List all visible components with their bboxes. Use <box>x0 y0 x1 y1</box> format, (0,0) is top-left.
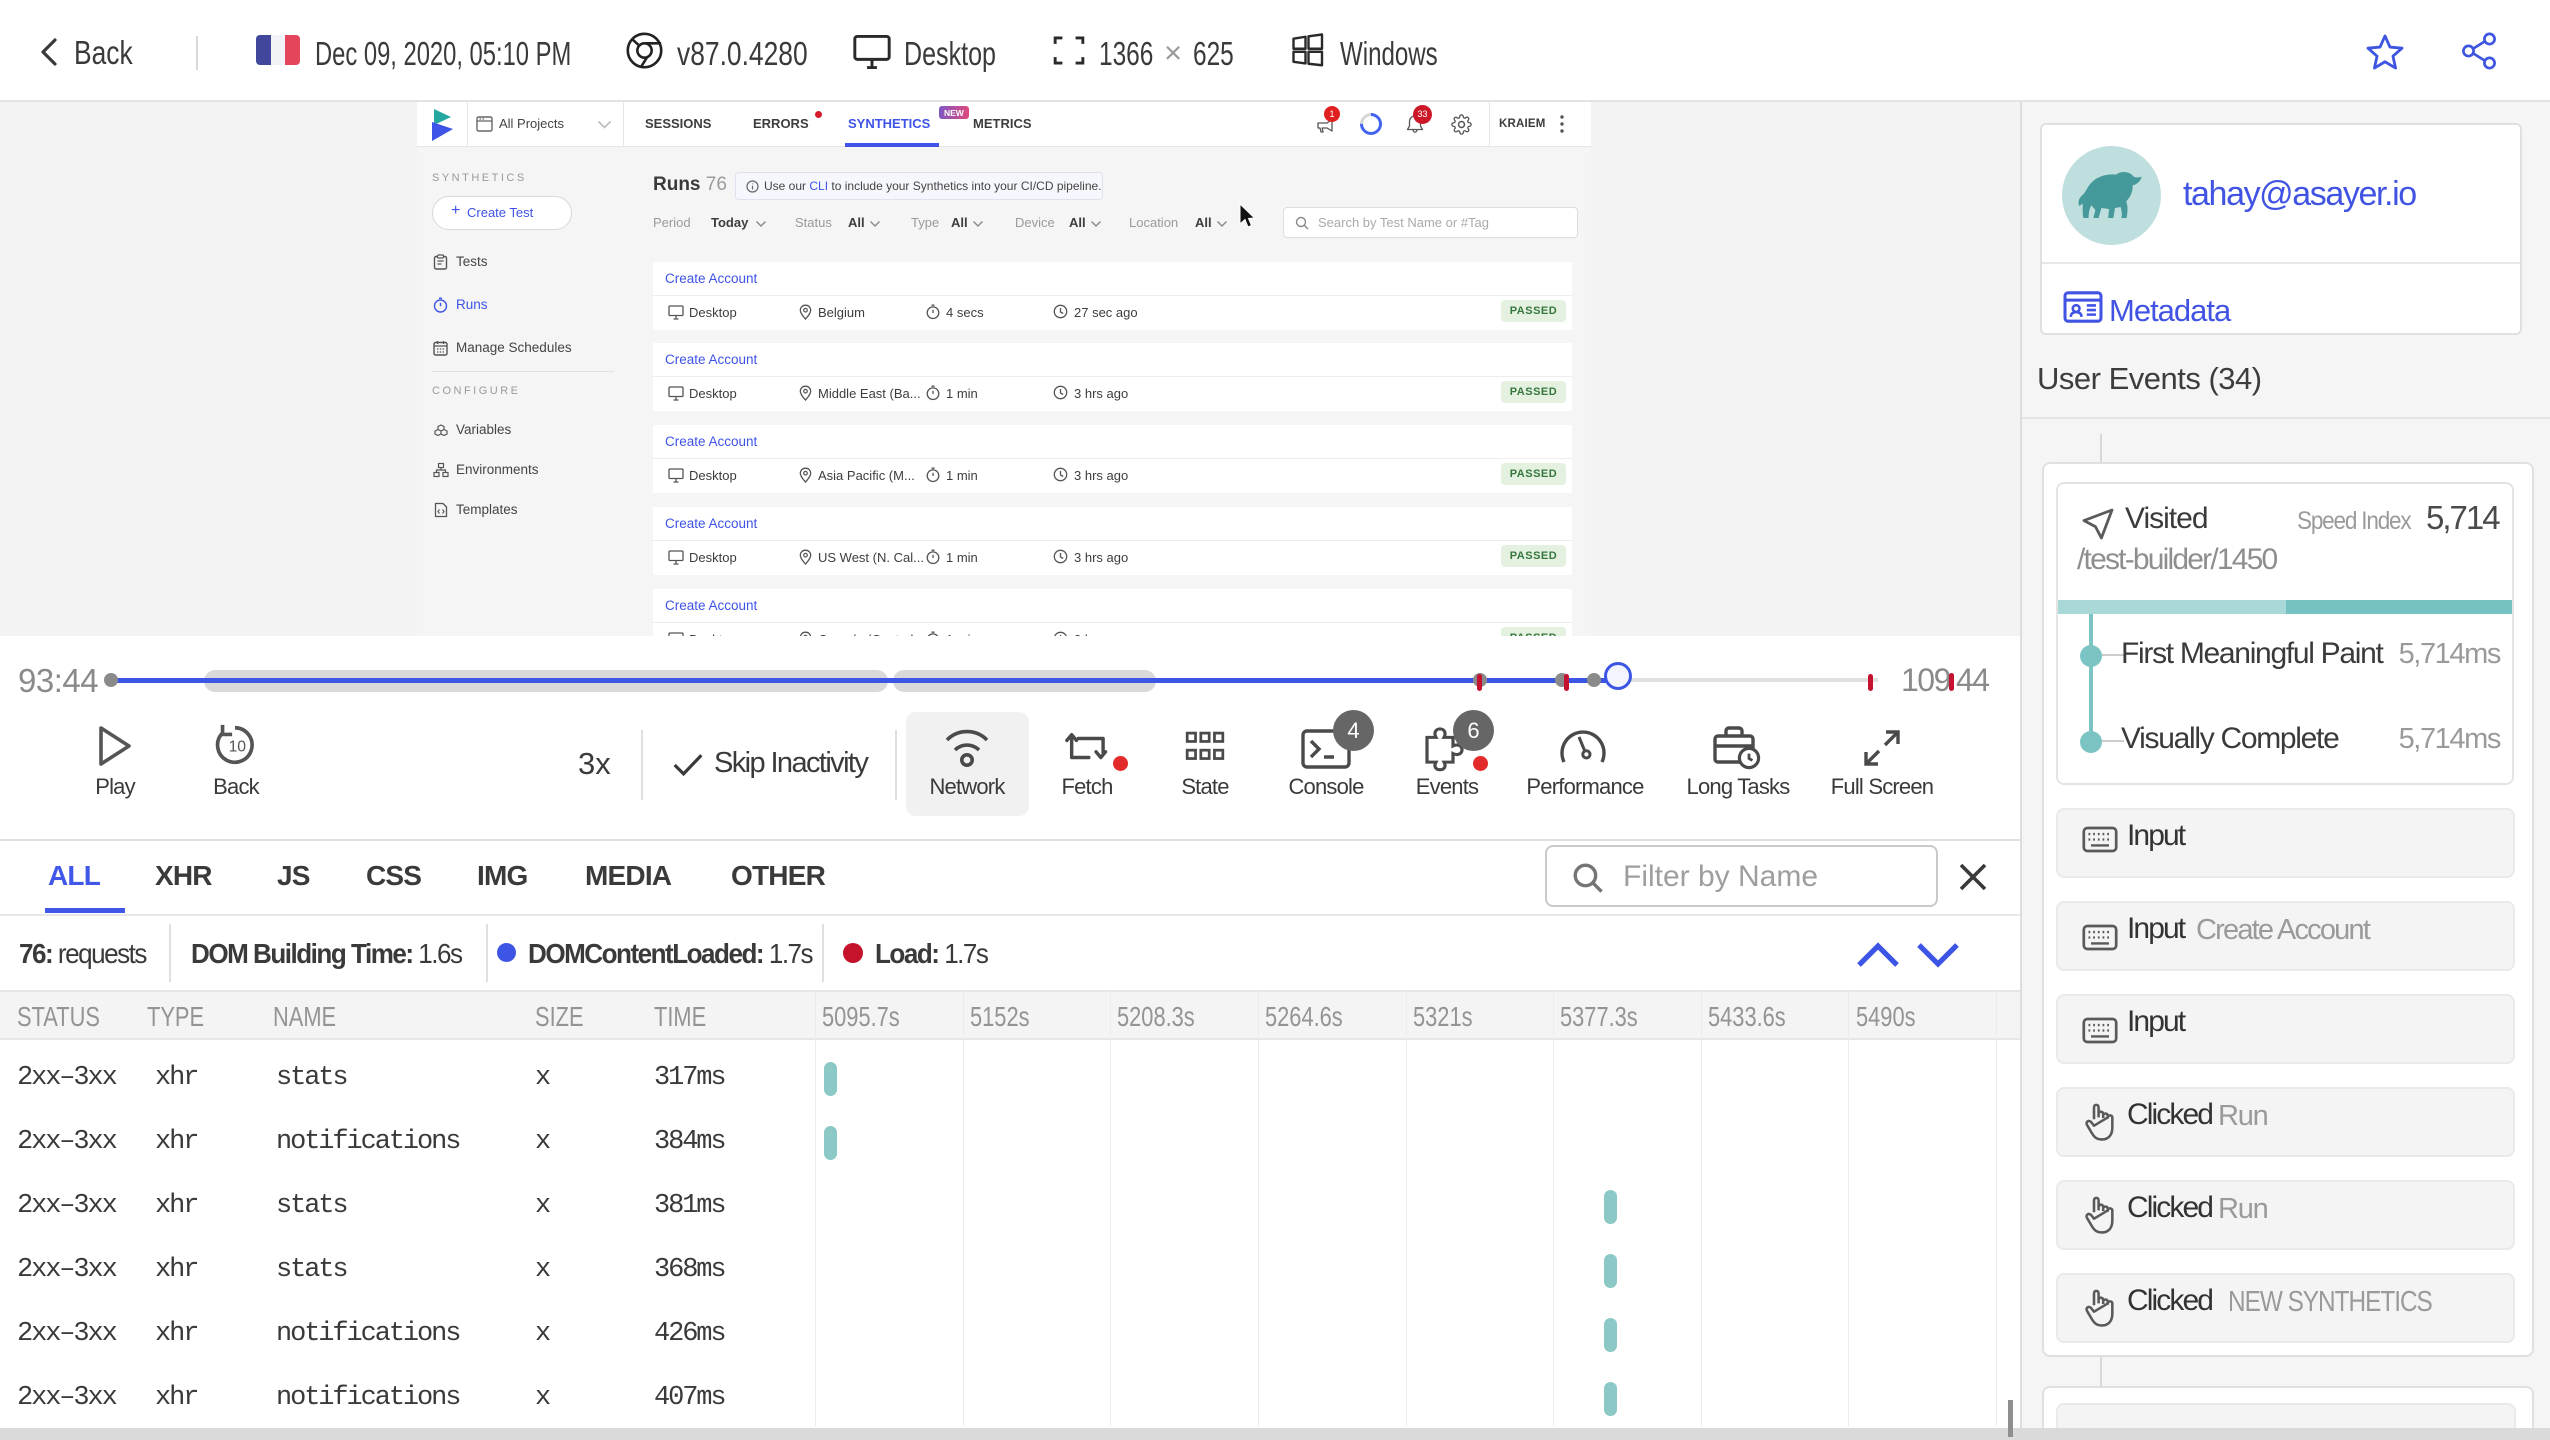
svg-text:10: 10 <box>229 739 247 756</box>
